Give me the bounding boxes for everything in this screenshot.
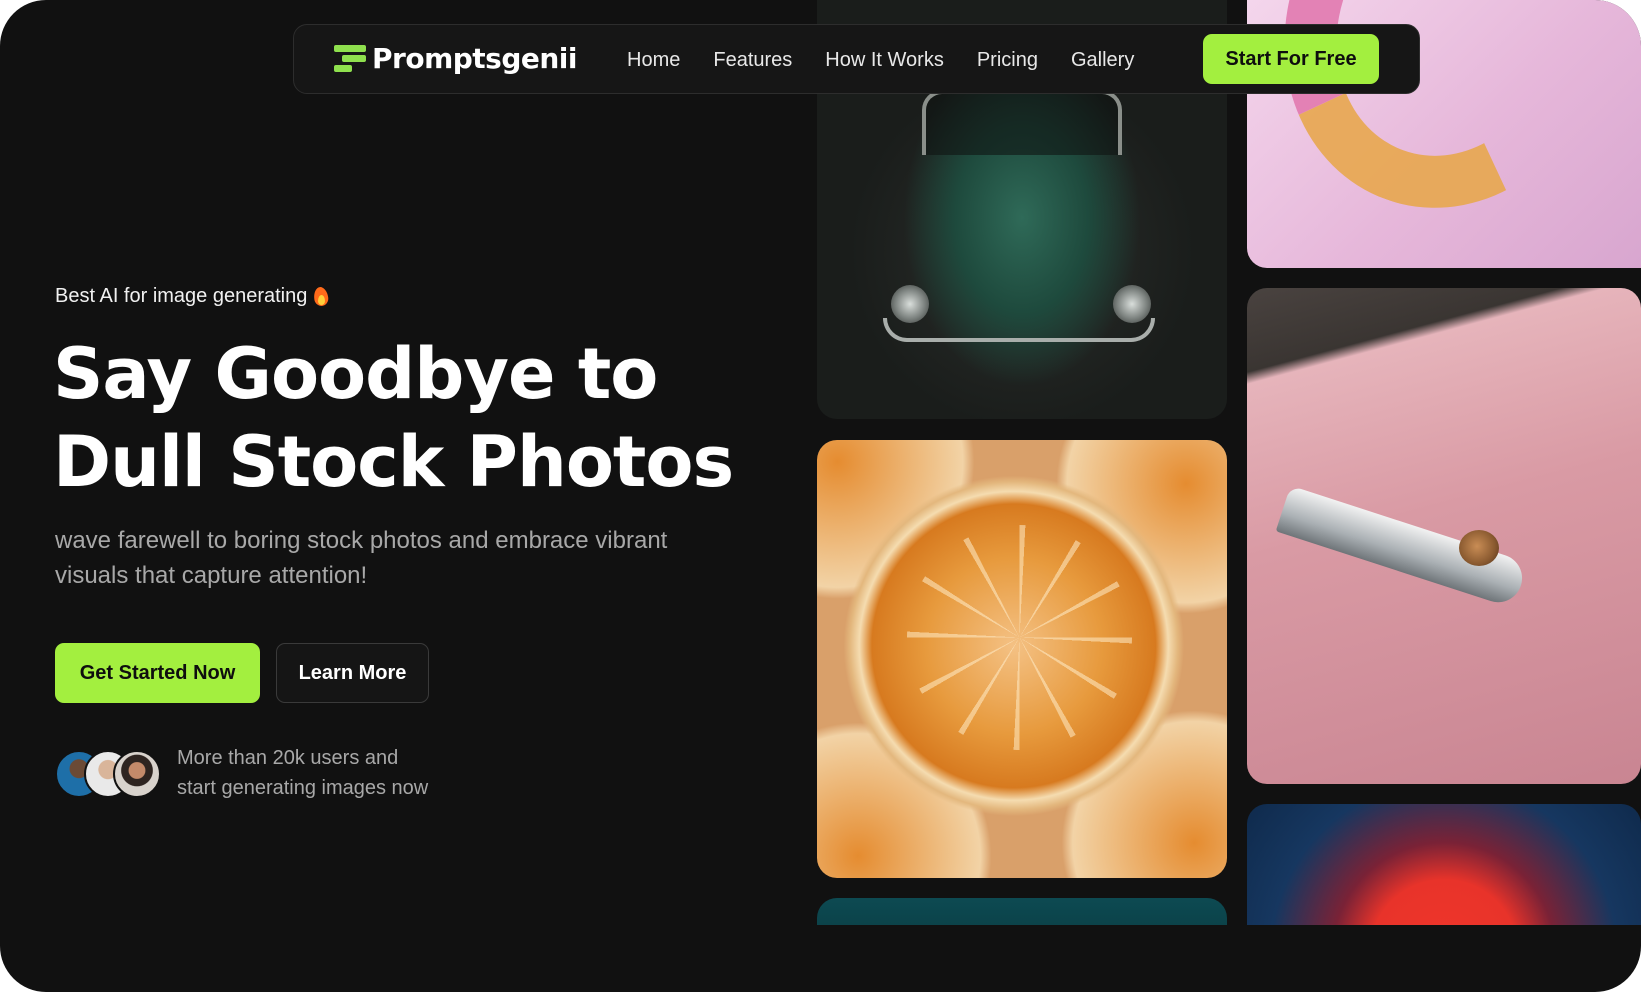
social-proof-line-1: More than 20k users and xyxy=(177,747,399,769)
car-bumper xyxy=(883,318,1155,342)
orange-slice-segments xyxy=(907,525,1132,750)
brand-name: Promptsgenii xyxy=(372,42,578,75)
nav-link-features[interactable]: Features xyxy=(713,49,792,72)
social-proof-text: More than 20k users and start generating… xyxy=(177,743,477,803)
hero-eyebrow: Best AI for image generating xyxy=(55,285,328,308)
get-started-button[interactable]: Get Started Now xyxy=(55,643,260,703)
gallery-image-teal-portrait[interactable] xyxy=(817,898,1227,925)
gallery-image-red-sun[interactable] xyxy=(1247,804,1641,925)
brand-logo[interactable]: Promptsgenii xyxy=(334,42,578,75)
gallery-image-pink-car-snail[interactable] xyxy=(1247,288,1641,784)
nav-link-home[interactable]: Home xyxy=(627,49,680,72)
start-for-free-button[interactable]: Start For Free xyxy=(1203,34,1379,84)
hero-subtext: wave farewell to boring stock photos and… xyxy=(55,527,668,589)
nav-link-pricing[interactable]: Pricing xyxy=(977,49,1038,72)
avatar xyxy=(113,750,161,798)
stacked-bars-logo-icon xyxy=(334,44,366,74)
nav-link-how-it-works[interactable]: How It Works xyxy=(825,49,944,72)
social-proof-line-2: start generating images now xyxy=(177,777,429,799)
fire-icon xyxy=(314,287,328,306)
nav-link-gallery[interactable]: Gallery xyxy=(1071,49,1134,72)
top-navigation: Promptsgenii Home Features How It Works … xyxy=(293,24,1420,94)
nav-links: Home Features How It Works Pricing Galle… xyxy=(627,25,1167,95)
hero-headline-line-1: Say Goodbye to xyxy=(53,333,658,415)
snail-shell xyxy=(1459,530,1499,566)
hero-headline: Say Goodbye to Dull Stock Photos xyxy=(53,330,773,506)
hero-headline-line-2: Dull Stock Photos xyxy=(53,421,734,503)
user-avatars xyxy=(55,750,165,798)
image-gallery xyxy=(817,0,1641,925)
learn-more-button[interactable]: Learn More xyxy=(276,643,429,703)
hero-eyebrow-text: Best AI for image generating xyxy=(55,285,308,307)
landing-page: Promptsgenii Home Features How It Works … xyxy=(0,0,1641,992)
gallery-image-dried-orange[interactable] xyxy=(817,440,1227,878)
car-windshield xyxy=(922,90,1122,155)
